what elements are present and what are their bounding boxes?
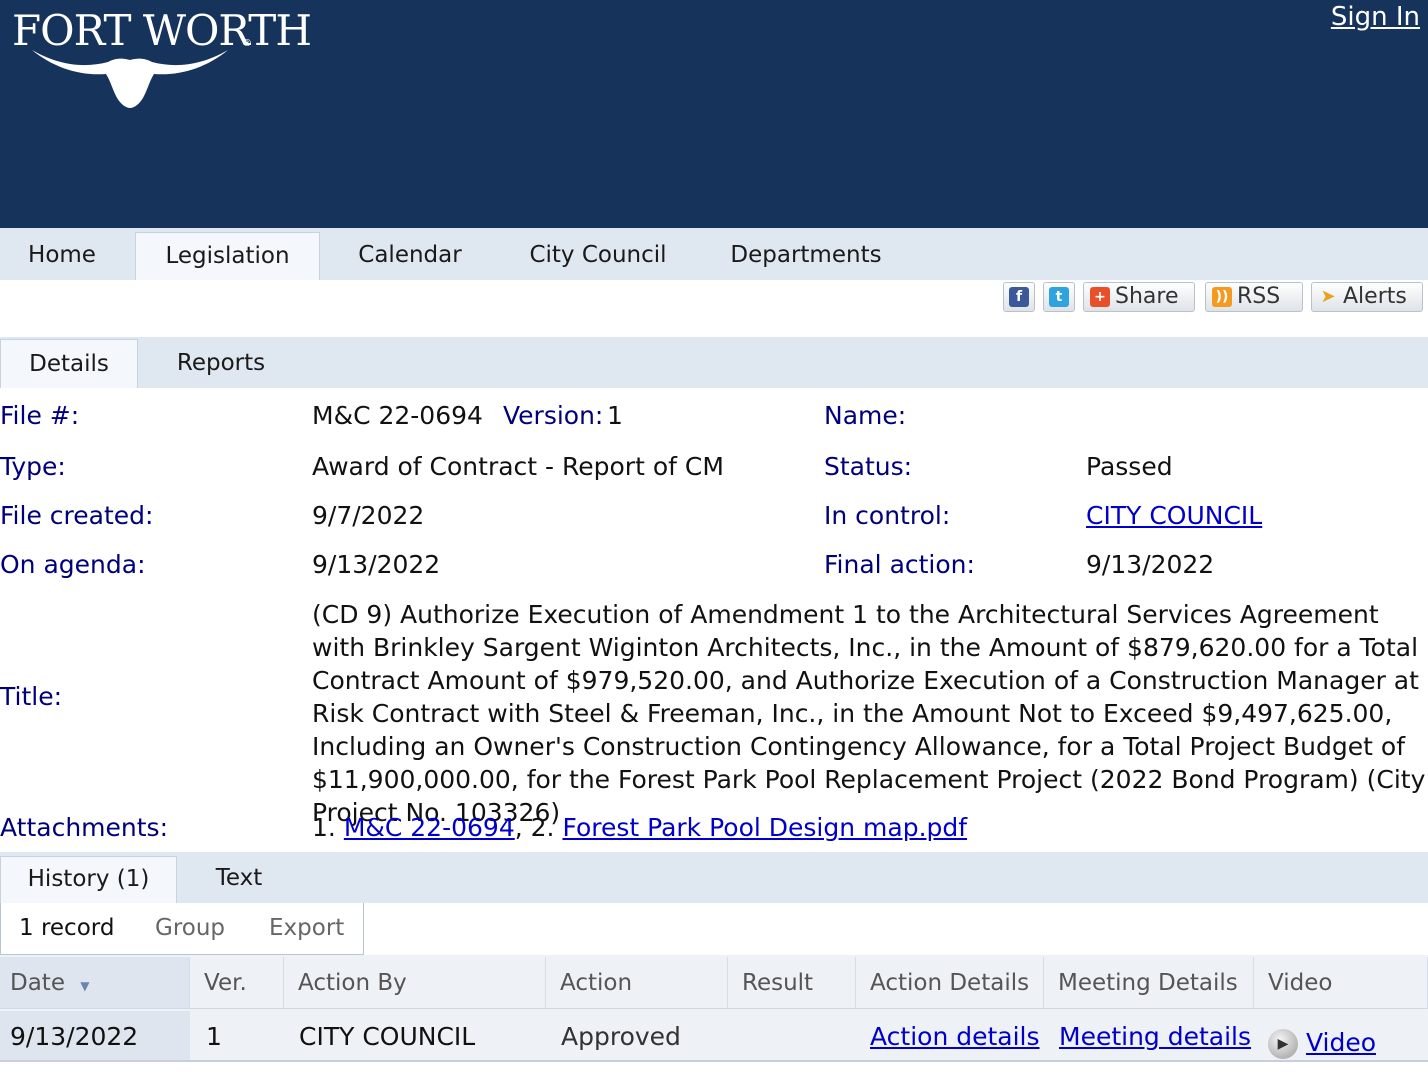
attachments-list: 1. M&C 22-0694, 2. Forest Park Pool Desi… [312, 812, 967, 844]
version-value: 1 [607, 401, 623, 430]
file-number-value: M&C 22-0694 [312, 401, 483, 430]
sort-down-icon: ▼ [80, 979, 90, 993]
table-cell-result [731, 1011, 856, 1063]
column-header-version[interactable]: Ver. [190, 957, 284, 1009]
column-header-date[interactable]: Date ▼ [0, 957, 190, 1009]
alerts-button[interactable]: ➤ Alerts [1311, 282, 1423, 312]
nav-tab-home[interactable]: Home [0, 232, 124, 280]
nav-tab-calendar[interactable]: Calendar [340, 232, 480, 280]
record-count: 1 record [19, 915, 115, 941]
nav-tab-city-council[interactable]: City Council [510, 232, 686, 280]
main-nav: Home Legislation Calendar City Council D… [0, 228, 1428, 280]
in-control-link[interactable]: CITY COUNCIL [1086, 500, 1262, 532]
column-header-date-label: Date [10, 970, 65, 996]
twitter-button[interactable]: t [1043, 282, 1075, 312]
column-header-action-details[interactable]: Action Details [856, 957, 1044, 1009]
final-action-value: 9/13/2022 [1086, 550, 1215, 579]
video-cell: ▶ Video [1256, 1011, 1428, 1063]
sign-in-link[interactable]: Sign In [1331, 2, 1420, 32]
play-icon[interactable]: ▶ [1268, 1029, 1298, 1059]
action-details-link[interactable]: Action details [870, 1022, 1040, 1051]
type-label: Type: [0, 452, 66, 481]
grid-toolbar: 1 record Group Export [0, 903, 364, 955]
export-button[interactable]: Export [269, 913, 344, 943]
twitter-icon: t [1049, 287, 1069, 307]
file-number-label: File #: [0, 401, 80, 430]
in-control-label: In control: [824, 501, 951, 530]
grid-bottom-border [0, 1060, 1428, 1084]
plus-icon: + [1090, 287, 1110, 307]
on-agenda-value: 9/13/2022 [312, 550, 441, 579]
group-button[interactable]: Group [155, 913, 225, 943]
column-header-video[interactable]: Video [1254, 957, 1428, 1009]
name-label: Name: [824, 401, 907, 430]
tab-history[interactable]: History (1) [0, 856, 177, 903]
table-cell-date: 9/13/2022 [0, 1011, 190, 1063]
status-value: Passed [1086, 452, 1173, 481]
logo-registered-mark: ® [242, 38, 252, 49]
column-header-action-by[interactable]: Action By [284, 957, 546, 1009]
file-created-value: 9/7/2022 [312, 501, 425, 530]
site-header: FORT WORTH ® Sign In [0, 0, 1428, 228]
rss-label: RSS [1237, 284, 1281, 309]
attachments-label: Attachments: [0, 813, 169, 842]
history-tabs: History (1) Text [0, 852, 1428, 903]
facebook-icon: f [1009, 287, 1029, 307]
tab-details[interactable]: Details [0, 339, 138, 388]
on-agenda-label: On agenda: [0, 550, 146, 579]
rss-button[interactable]: )) RSS [1205, 282, 1303, 312]
share-button[interactable]: + Share [1083, 282, 1195, 312]
facebook-button[interactable]: f [1003, 282, 1035, 312]
table-cell-action: Approved [561, 1022, 681, 1051]
alerts-label: Alerts [1343, 284, 1407, 309]
file-created-label: File created: [0, 501, 154, 530]
attachment-2-link[interactable]: Forest Park Pool Design map.pdf [562, 813, 967, 842]
rss-icon: )) [1212, 287, 1232, 307]
type-value: Award of Contract - Report of CM [312, 452, 724, 481]
tab-text[interactable]: Text [180, 856, 298, 903]
table-cell-version: 1 [206, 1022, 222, 1051]
alert-arrow-icon: ➤ [1320, 286, 1336, 307]
video-link[interactable]: Video [1306, 1028, 1376, 1057]
share-label: Share [1115, 284, 1179, 309]
final-action-label: Final action: [824, 550, 975, 579]
title-value: (CD 9) Authorize Execution of Amendment … [312, 600, 1426, 827]
longhorn-icon [32, 50, 228, 108]
version-label: Version: [503, 401, 604, 430]
column-header-meeting-details[interactable]: Meeting Details [1044, 957, 1254, 1009]
attachment-2-number: , 2. [514, 813, 555, 842]
attachment-1-link[interactable]: M&C 22-0694 [344, 813, 515, 842]
attachment-1-number: 1. [312, 813, 336, 842]
title-label: Title: [0, 682, 62, 711]
tab-reports[interactable]: Reports [140, 339, 302, 388]
nav-tab-legislation[interactable]: Legislation [135, 232, 320, 280]
table-cell-action-by: CITY COUNCIL [299, 1022, 476, 1051]
column-header-action[interactable]: Action [546, 957, 728, 1009]
nav-tab-departments[interactable]: Departments [716, 232, 896, 280]
column-header-result[interactable]: Result [728, 957, 856, 1009]
meeting-details-link[interactable]: Meeting details [1059, 1022, 1251, 1051]
status-label: Status: [824, 452, 913, 481]
details-tabs: Details Reports [0, 337, 1428, 388]
